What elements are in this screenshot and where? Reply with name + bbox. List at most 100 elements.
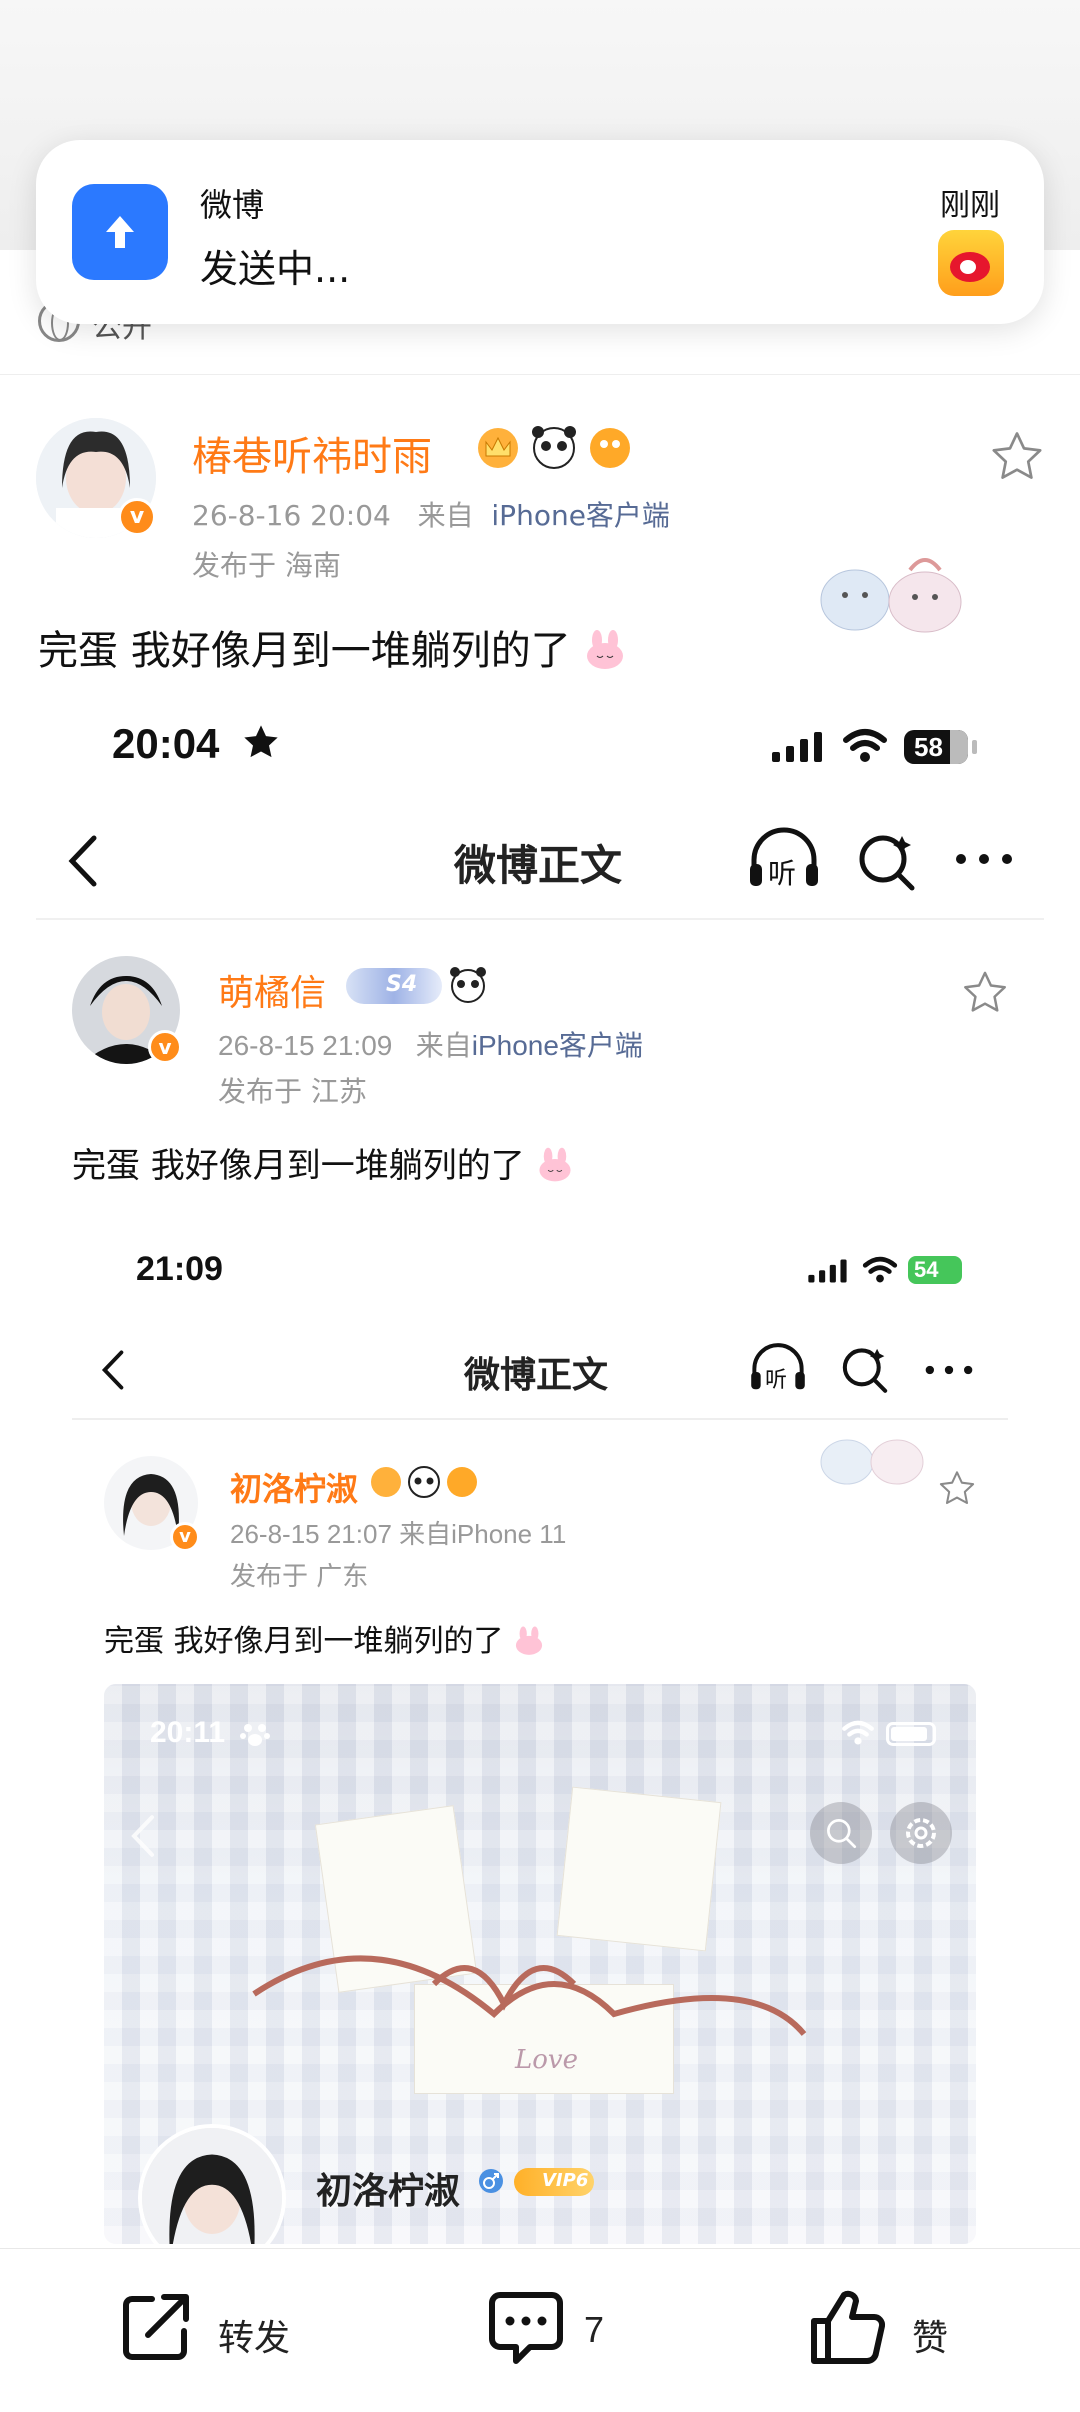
bunny-emoji-icon <box>539 1147 571 1182</box>
thumbs-up-icon <box>811 2290 886 2365</box>
arrow-up-icon <box>106 216 134 248</box>
screenshot1-status-icons: 58 <box>772 722 992 772</box>
screenshot2-star-icon[interactable] <box>938 1470 976 1506</box>
listen-icon[interactable]: 听 <box>748 1342 808 1394</box>
paw-icon <box>240 1724 270 1746</box>
back-arrow-icon[interactable] <box>66 834 100 888</box>
share-icon <box>123 2294 189 2360</box>
like-button[interactable]: 赞 <box>808 2289 968 2369</box>
verified-badge: v <box>118 498 156 536</box>
screenshot2-post-text: 完蛋 我好像月到一堆躺列的了 <box>104 1616 545 1660</box>
screenshot1-location: 发布于 江苏 <box>218 1075 367 1108</box>
screenshot1-source-prefix: 来自 <box>415 1030 472 1061</box>
battery-level: 54 <box>914 1257 939 1282</box>
search-icon[interactable] <box>856 830 918 892</box>
bunny-emoji-icon <box>587 630 624 669</box>
bunny-emoji-icon <box>516 1626 543 1655</box>
screenshot1-navbar: 微博正文 听 <box>36 800 1044 920</box>
upload-app-icon <box>72 184 168 280</box>
screenshot1-nav-title: 微博正文 <box>454 841 623 890</box>
author-emoji-badges <box>474 424 634 472</box>
more-dots-icon[interactable] <box>954 852 1014 866</box>
inner-profile-name: 初洛柠淑 <box>316 2171 461 2212</box>
screenshot2-meta: 26-8-15 21:07 来自iPhone 11 <box>230 1519 567 1549</box>
star-filled-icon <box>244 725 278 758</box>
post-text: 完蛋 我好像月到一堆躺列的了 <box>38 618 627 676</box>
badge-icons <box>478 426 630 469</box>
more-dots-icon[interactable] <box>924 1364 974 1376</box>
comment-count: 7 <box>584 2309 605 2350</box>
battery-icon <box>886 1722 936 1746</box>
avatar-image <box>142 2128 282 2244</box>
screenshot1-verified-badge: v <box>148 1030 182 1064</box>
inner-search-button[interactable] <box>810 1802 872 1864</box>
screenshot1-star-icon[interactable] <box>962 970 1008 1014</box>
post-image[interactable]: 20:11 Love 初洛柠淑 VIP6 <box>104 1684 976 2244</box>
search-icon[interactable] <box>840 1344 890 1394</box>
post-location: 发布于 海南 <box>192 549 341 582</box>
battery-indicator: 58 <box>904 730 968 764</box>
signal-icon <box>772 732 822 762</box>
wifi-icon <box>843 729 887 762</box>
upload-notification[interactable]: 微博 发送中... 刚刚 <box>36 140 1044 324</box>
search-icon <box>827 1819 857 1849</box>
male-gender-icon <box>479 2169 503 2193</box>
screenshot2-status-icons: 54 <box>808 1254 978 1288</box>
bottom-action-bar: 转发 7 赞 <box>0 2248 1080 2412</box>
screenshot2-post-text-content: 完蛋 我好像月到一堆躺列的了 <box>104 1624 504 1659</box>
post-text-content: 完蛋 我好像月到一堆躺列的了 <box>38 628 571 674</box>
screenshot1-level-badge: S4 <box>346 968 442 1004</box>
screenshot2-location: 发布于 广东 <box>230 1562 369 1592</box>
back-arrow-icon[interactable] <box>100 1348 126 1392</box>
battery-level: 58 <box>914 732 943 762</box>
inner-status-time: 20:11 <box>150 1716 226 1749</box>
screenshot2-navbar: 微博正文 听 <box>72 1320 1008 1420</box>
weibo-logo-icon <box>938 230 1004 296</box>
gear-icon <box>906 1818 936 1848</box>
repost-label: 转发 <box>218 2318 291 2359</box>
cartoon-sticker <box>820 558 962 633</box>
notification-message: 发送中... <box>200 247 351 291</box>
listen-icon[interactable]: 听 <box>746 826 822 892</box>
repost-button[interactable]: 转发 <box>118 2289 318 2369</box>
notification-time: 刚刚 <box>940 188 1000 223</box>
panda-icon <box>450 967 486 1003</box>
inner-settings-button[interactable] <box>890 1802 952 1864</box>
screenshot1-source[interactable]: iPhone客户端 <box>472 1030 643 1061</box>
listen-label: 听 <box>765 1368 788 1393</box>
badge-icons <box>371 1466 477 1498</box>
post-author-name[interactable]: 椿巷听祎时雨 <box>192 424 432 482</box>
wifi-icon <box>862 1256 898 1283</box>
comment-icon <box>489 2292 563 2364</box>
screenshot2-author-name[interactable]: 初洛柠淑 <box>230 1464 358 1510</box>
screenshot1-time-text: 20:04 <box>112 720 220 767</box>
signal-icon <box>808 1259 847 1283</box>
screenshot2-status-time: 21:09 <box>136 1250 223 1288</box>
screenshot1-post-text-content: 完蛋 我好像月到一堆躺列的了 <box>72 1146 525 1186</box>
screenshot1-post-text: 完蛋 我好像月到一堆躺列的了 <box>72 1138 574 1187</box>
screenshot2-verified-badge: v <box>170 1522 200 1552</box>
favorite-star-icon[interactable] <box>990 430 1044 482</box>
like-label: 赞 <box>912 2318 949 2359</box>
screenshot2-nav-title: 微博正文 <box>464 1355 609 1396</box>
comment-button[interactable]: 7 <box>486 2289 646 2369</box>
battery-indicator: 54 <box>908 1256 962 1284</box>
post-source[interactable]: iPhone客户端 <box>491 499 670 532</box>
screenshot1-author-name[interactable]: 萌橘信 <box>218 964 326 1016</box>
cartoon-sticker <box>820 1439 924 1485</box>
vip-text: VIP6 <box>542 2170 589 2191</box>
post-timestamp: 26-8-16 20:04 <box>192 499 391 532</box>
inner-profile-avatar[interactable] <box>138 2124 286 2244</box>
screenshot1-meta: 26-8-15 21:09 来自iPhone客户端 <box>218 1024 643 1064</box>
screenshot1-status-time: 20:04 <box>112 720 281 768</box>
screenshot1-timestamp: 26-8-15 21:09 <box>218 1030 393 1061</box>
wifi-icon <box>842 1720 874 1745</box>
back-arrow-icon[interactable] <box>128 1814 158 1858</box>
vip-badge: VIP6 <box>514 2168 594 2196</box>
notification-app-name: 微博 <box>200 186 265 224</box>
listen-label: 听 <box>768 857 797 890</box>
ribbon-decoration <box>252 1955 807 2036</box>
post-source-prefix: 来自 <box>417 499 474 532</box>
post-meta: 26-8-16 20:04 来自 iPhone客户端 <box>192 494 670 534</box>
level-badge-text: S4 <box>386 972 418 997</box>
